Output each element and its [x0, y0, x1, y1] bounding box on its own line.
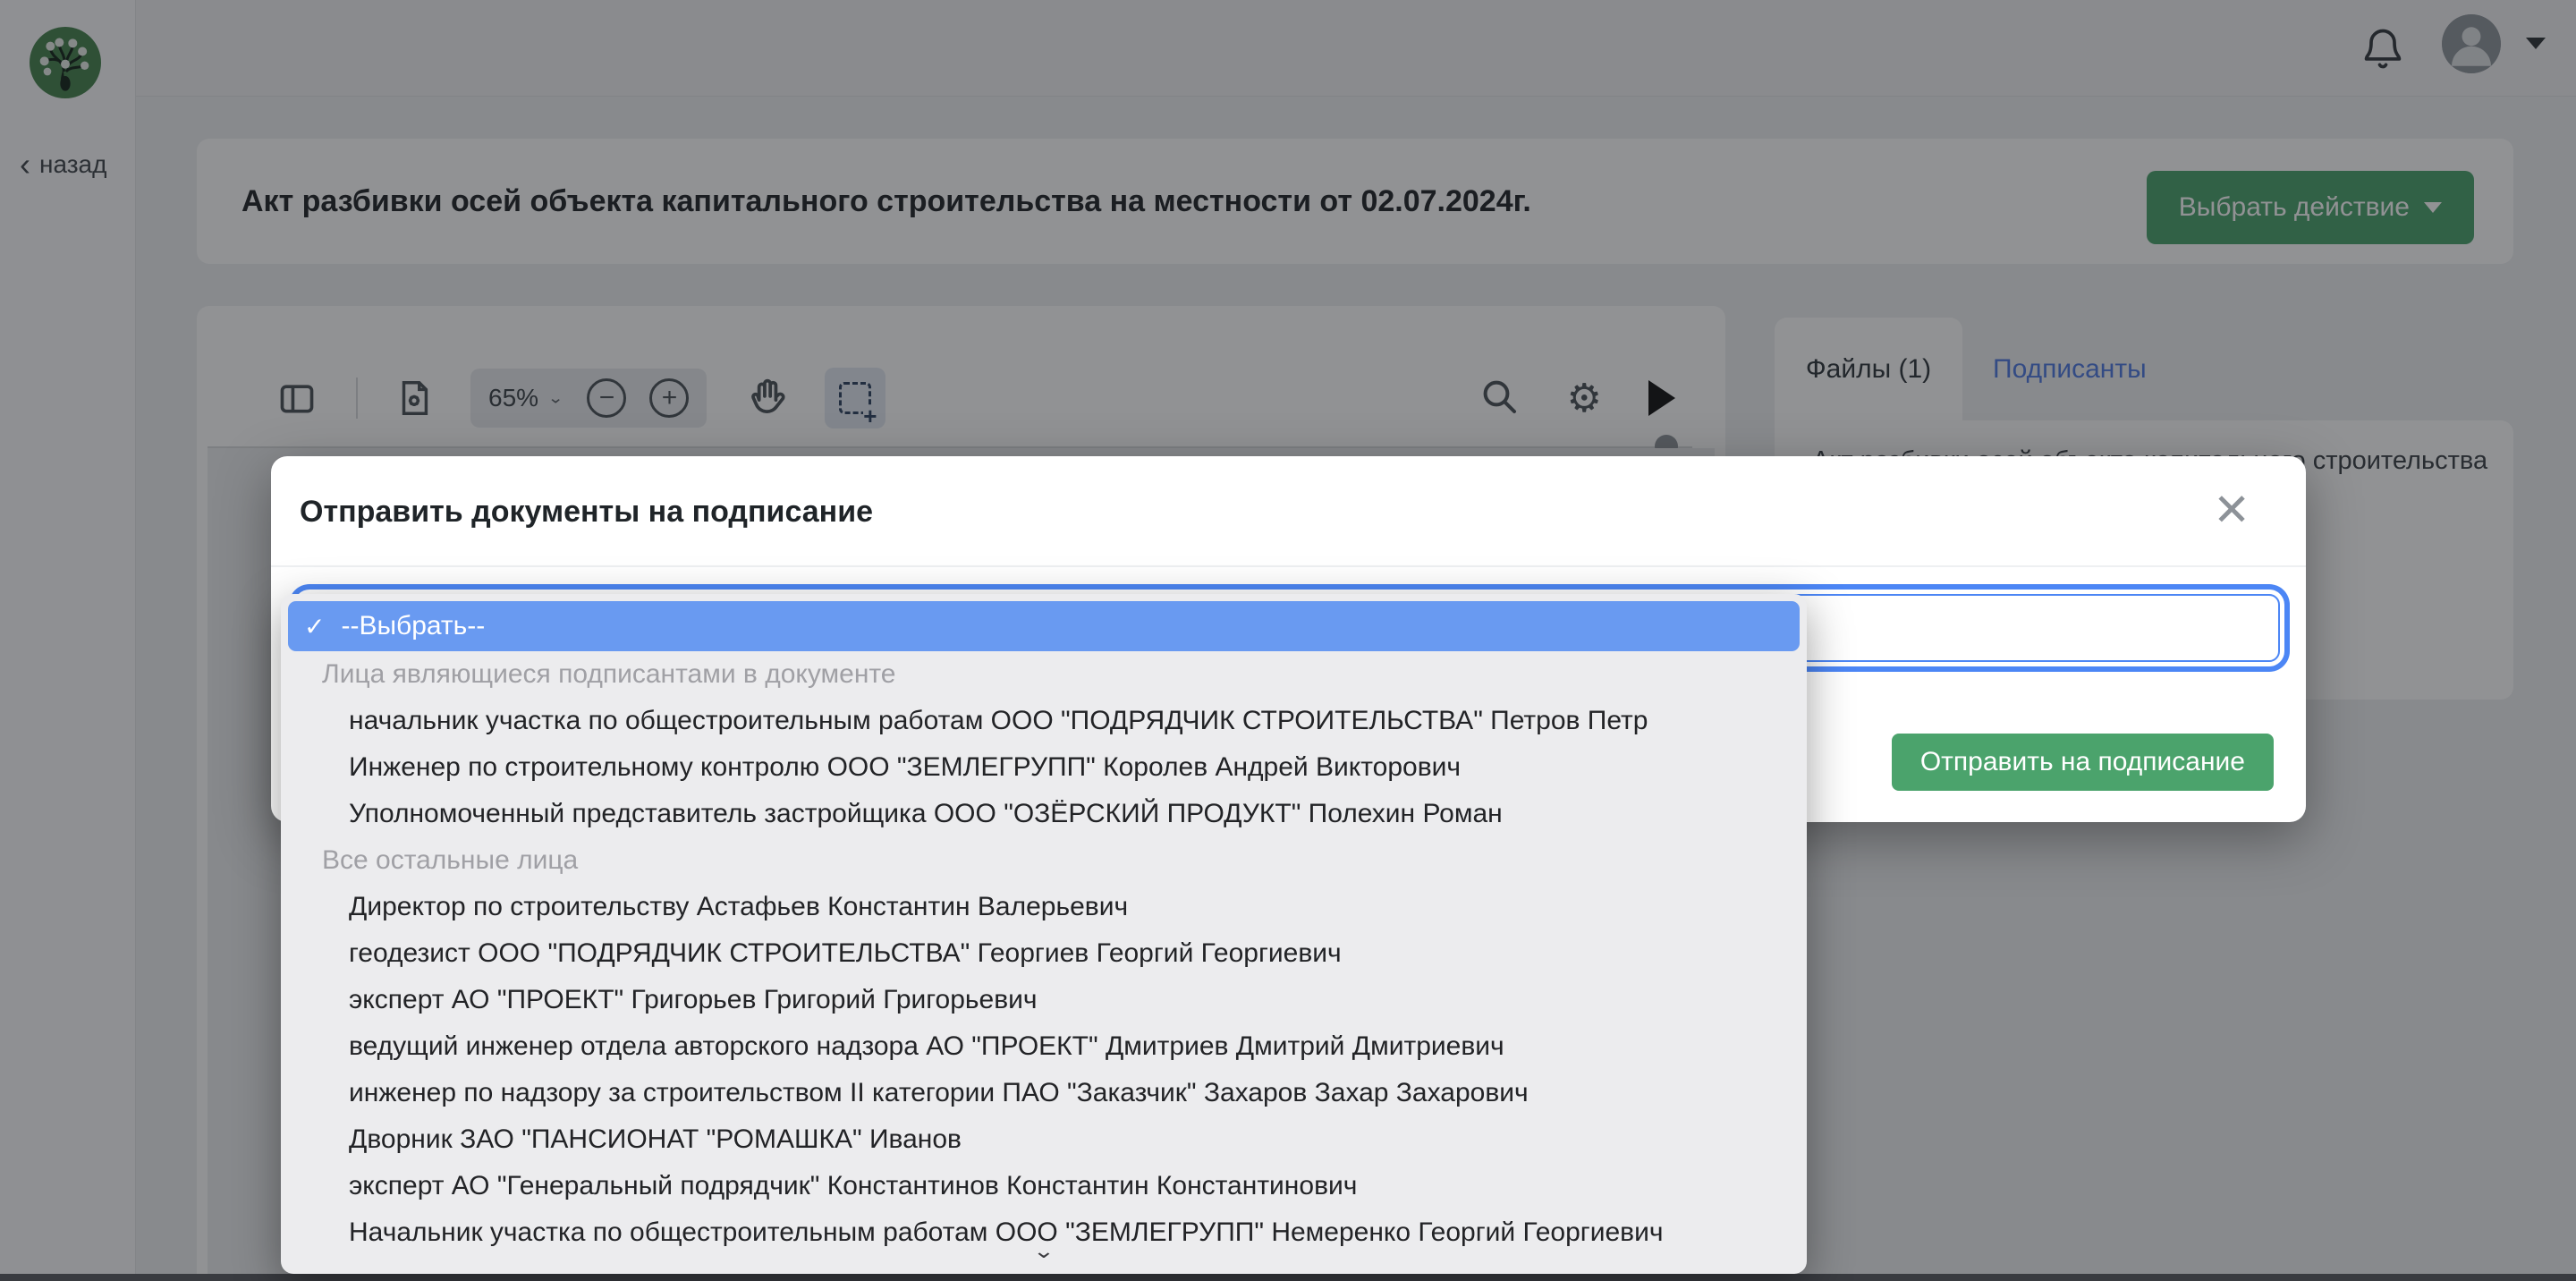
- dropdown-option[interactable]: Уполномоченный представитель застройщика…: [288, 791, 1800, 837]
- dropdown-option[interactable]: геодезист ООО "ПОДРЯДЧИК СТРОИТЕЛЬСТВА" …: [288, 930, 1800, 977]
- dropdown-option[interactable]: ведущий инженер отдела авторского надзор…: [288, 1023, 1800, 1070]
- dropdown-option[interactable]: Директор по строительству Астафьев Конст…: [288, 884, 1800, 930]
- signer-dropdown-popup: ✓ --Выбрать-- Лица являющиеся подписанта…: [281, 594, 1807, 1274]
- dropdown-list: Лица являющиеся подписантами в документе…: [288, 651, 1800, 1256]
- send-for-signing-button[interactable]: Отправить на подписание: [1892, 734, 2274, 791]
- modal-header: Отправить документы на подписание ✕: [271, 456, 2306, 567]
- dropdown-option[interactable]: Начальник участка по общестроительным ра…: [288, 1209, 1800, 1256]
- dropdown-selected-label: --Выбрать--: [341, 611, 485, 641]
- dropdown-group-label: Лица являющиеся подписантами в документе: [288, 651, 1800, 698]
- modal-title: Отправить документы на подписание: [300, 456, 873, 567]
- dropdown-option[interactable]: Дворник ЗАО "ПАНСИОНАТ "РОМАШКА" Иванов: [288, 1116, 1800, 1163]
- dropdown-group-label: Все остальные лица: [288, 837, 1800, 884]
- dropdown-option[interactable]: инженер по надзору за строительством II …: [288, 1070, 1800, 1116]
- dropdown-option[interactable]: эксперт АО "Генеральный подрядчик" Конст…: [288, 1163, 1800, 1209]
- dropdown-option[interactable]: начальник участка по общестроительным ра…: [288, 698, 1800, 744]
- checkmark-icon: ✓: [304, 612, 325, 641]
- dropdown-option[interactable]: эксперт АО "ПРОЕКТ" Григорьев Григорий Г…: [288, 977, 1800, 1023]
- close-icon[interactable]: ✕: [2213, 483, 2250, 537]
- dropdown-option[interactable]: Инженер по строительному контролю ООО "З…: [288, 744, 1800, 791]
- dropdown-selected-option[interactable]: ✓ --Выбрать--: [288, 601, 1800, 651]
